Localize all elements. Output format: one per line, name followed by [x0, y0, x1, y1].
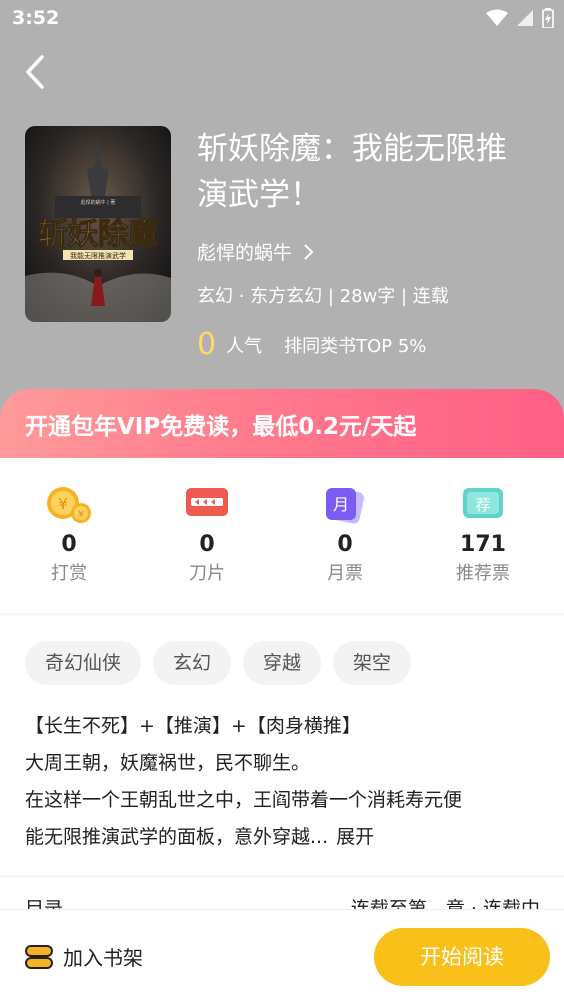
stat-label: 月票 [327, 563, 363, 584]
svg-text:¥: ¥ [78, 509, 84, 520]
author-link[interactable]: 彪悍的蜗牛 [197, 238, 314, 265]
tag-chip[interactable]: 奇幻仙侠 [25, 641, 142, 685]
svg-text:月: 月 [333, 495, 349, 514]
description-line: 在这样一个王朝乱世之中，王阎带着一个消耗寿元便 [25, 789, 463, 811]
description-line: 能无限推演武学的面板，意外穿越... [25, 826, 329, 848]
tag-chip[interactable]: 穿越 [243, 641, 322, 685]
book-title: 斩妖除魔：我能无限推演武学！ [197, 131, 507, 213]
bottom-action-bar: 加入书架 开始阅读 [0, 910, 564, 1004]
tag-chip[interactable]: 架空 [333, 641, 412, 685]
add-to-shelf-label: 加入书架 [63, 946, 143, 970]
stat-value: 0 [199, 532, 215, 557]
battery-icon [542, 8, 554, 28]
stat-value: 0 [61, 532, 77, 557]
svg-text:¥: ¥ [58, 495, 68, 513]
monthly-ticket-icon: 月 [326, 488, 364, 524]
tag-list: 奇幻仙侠 玄幻 穿越 架空 [25, 641, 412, 685]
wifi-icon [486, 9, 508, 26]
author-name: 彪悍的蜗牛 [197, 242, 293, 264]
description-line: 【长生不死】+【推演】+【肉身横推】 [25, 715, 361, 737]
stat-value: 171 [460, 532, 506, 557]
vip-banner[interactable]: 开通包年VIP免费读，最低0.2元/天起 [0, 389, 564, 469]
signal-icon [517, 10, 533, 26]
back-arrow-icon[interactable] [22, 54, 52, 90]
start-reading-button[interactable]: 开始阅读 [374, 928, 550, 986]
stat-blade[interactable]: 0 刀片 [138, 486, 276, 585]
tag-chip[interactable]: 玄幻 [153, 641, 232, 685]
add-to-shelf-button[interactable]: 加入书架 [25, 942, 143, 971]
coin-icon: ¥ ¥ [47, 487, 91, 523]
description-line: 大周王朝，妖魔祸世，民不聊生。 [25, 752, 311, 774]
status-bar: 3:52 [0, 0, 564, 38]
stat-value: 0 [337, 532, 353, 557]
status-time: 3:52 [12, 7, 60, 29]
stat-label: 打赏 [51, 563, 87, 584]
cover-subtitle-text: 我能无限推演武学 [70, 251, 126, 260]
stats-row: ¥ ¥ 0 打赏 0 刀片 月 0 月票 荐 171 推荐票 [0, 486, 564, 585]
book-meta: 玄幻 · 东方玄幻 | 28w字 | 连载 [197, 286, 449, 307]
recommend-ticket-icon: 荐 [463, 488, 503, 518]
stat-monthly-ticket[interactable]: 月 0 月票 [276, 486, 414, 585]
book-description: 【长生不死】+【推演】+【肉身横推】 大周王朝，妖魔祸世，民不聊生。 在这样一个… [25, 708, 545, 856]
popularity-label: 人气 [226, 336, 263, 357]
stat-label: 刀片 [189, 563, 225, 584]
blade-icon [186, 488, 228, 516]
rank-text: 排同类书TOP 5% [284, 336, 427, 357]
stat-reward[interactable]: ¥ ¥ 0 打赏 [0, 486, 138, 585]
stat-recommend-ticket[interactable]: 荐 171 推荐票 [414, 486, 552, 585]
cover-author-text: 彪悍的蜗牛 | 著 [81, 199, 116, 206]
divider [0, 876, 564, 877]
popularity-value: 0 [197, 327, 217, 362]
book-cover[interactable]: 彪悍的蜗牛 | 著 斩妖除魔 我能无限推演武学 [25, 126, 171, 322]
stat-label: 推荐票 [456, 563, 510, 584]
svg-text:荐: 荐 [475, 496, 490, 514]
vip-banner-text: 开通包年VIP免费读，最低0.2元/天起 [25, 414, 417, 440]
cover-title-text: 斩妖除魔 [38, 217, 158, 252]
divider [0, 614, 564, 615]
bookshelf-icon [25, 944, 53, 969]
chevron-right-icon [304, 243, 314, 260]
expand-button[interactable]: 展开 [336, 826, 374, 848]
popularity-row: 0 人气 排同类书TOP 5% [197, 330, 426, 360]
